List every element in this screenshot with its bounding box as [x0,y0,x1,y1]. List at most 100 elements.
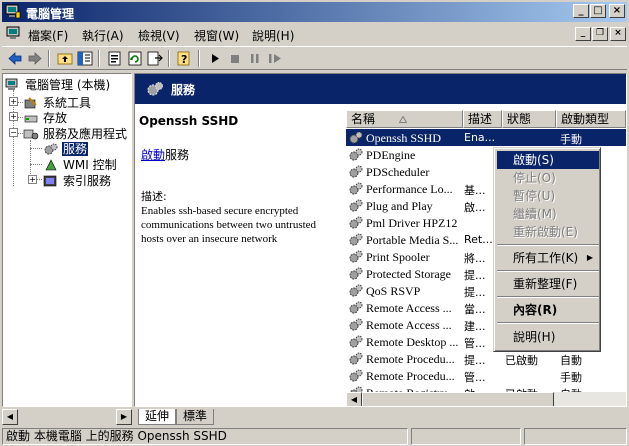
horizontal-scrollbar[interactable]: ◀ ▶ [346,392,626,406]
close-button[interactable]: × [609,4,625,18]
toolbar-separator [48,50,50,67]
menu-item-resume[interactable]: 繼續(M) [497,205,599,223]
menu-help[interactable]: 說明(H) [252,27,294,44]
gear-icon [349,233,363,246]
column-header-startup-type[interactable]: 啟動類型 [556,110,626,128]
tab-standard[interactable]: 標準 [176,409,215,425]
gear-icon [349,267,363,280]
indexing-service-icon [43,175,57,187]
view-tab-strip: ◀ ▶ 延伸 標準 [2,408,627,426]
tree-node-storage[interactable]: 存放 [23,109,68,125]
service-startup-type: 自動 [560,354,582,367]
column-header-description[interactable]: 描述 [463,110,502,128]
wmi-control-icon [45,159,57,171]
refresh-icon[interactable] [126,50,144,67]
service-name: Openssh SSHD [366,131,442,145]
console-tree[interactable]: 電腦管理 (本機) + 系統工具 + 存放 − 服務及應用程式 服務 WMI 控… [2,73,132,407]
tree-horizontal-scrollbar[interactable]: ◀ ▶ [2,408,132,426]
tab-extended[interactable]: 延伸 [138,409,177,425]
help-icon[interactable]: ? [176,50,194,67]
status-panel [524,428,627,445]
column-header-status[interactable]: 狀態 [502,110,556,128]
tree-node-system-tools[interactable]: 系統工具 [23,94,92,110]
up-one-level-icon[interactable] [56,50,74,67]
tree-node-services-and-apps[interactable]: 服務及應用程式 [23,125,128,141]
tree-connector [30,148,42,149]
show-hide-console-tree-icon[interactable] [76,50,94,67]
column-header-name-label: 名稱 [351,112,376,126]
minimize-button[interactable]: _ [573,4,589,18]
horizontal-scroll-thumb[interactable] [362,392,554,406]
computer-management-icon [5,78,18,90]
properties-icon[interactable] [106,50,124,67]
menu-item-start[interactable]: 啟動(S) [497,151,599,169]
toolbar-separator [198,50,200,67]
back-arrow-icon[interactable] [6,50,24,67]
tree-node-label: 電腦管理 (本機) [25,78,111,92]
start-service-icon[interactable] [206,50,224,67]
restart-service-icon[interactable] [266,50,284,67]
sort-ascending-icon [399,116,407,123]
stop-service-icon[interactable] [226,50,244,67]
tree-node-services[interactable]: 服務 [43,140,89,156]
description-text: Enables ssh-based secure encrypted commu… [141,205,317,245]
menu-item-help[interactable]: 說明(H) [497,328,599,346]
mdi-restore-button[interactable]: ❐ [592,27,608,41]
scroll-left-button[interactable]: ◀ [2,409,18,425]
menu-item-all-tasks[interactable]: 所有工作(K) ▶ [497,249,599,267]
menu-action[interactable]: 執行(A) [82,27,124,44]
document-window-icon[interactable] [6,26,22,41]
maximize-button[interactable]: □ [590,4,606,18]
tree-node-root[interactable]: 電腦管理 (本機) [5,76,111,92]
toolbar: ? [2,46,627,70]
service-row[interactable]: Openssh SSHD Ena... 手動 [346,129,626,146]
gear-icon [349,148,363,161]
scroll-left-button[interactable]: ◀ [346,392,362,406]
menu-file[interactable]: 檔案(F) [28,27,68,44]
service-row[interactable]: Remote Procedu... 提... 已啟動 自動 [346,350,626,367]
forward-arrow-icon[interactable] [26,50,44,67]
menu-item-refresh[interactable]: 重新整理(F) [497,275,599,293]
gear-icon [349,352,363,365]
gear-icon [349,369,363,382]
service-name: Plug and Play [366,199,433,213]
export-list-icon[interactable] [146,50,164,67]
mdi-minimize-button[interactable]: _ [575,27,591,41]
pause-service-icon[interactable] [246,50,264,67]
collapse-toggle[interactable]: − [9,128,18,137]
toolbar-separator [98,50,100,67]
gear-icon [349,284,363,297]
tree-node-wmi-control[interactable]: WMI 控制 [43,156,118,172]
service-startup-type: 手動 [560,133,582,146]
menu-separator [497,322,599,324]
gear-icon [349,131,363,144]
menu-item-properties[interactable]: 內容(R) [497,301,599,319]
service-row[interactable]: Remote Procedu... 管... 手動 [346,367,626,384]
services-applications-icon [23,129,39,140]
column-header-name[interactable]: 名稱 [346,110,463,128]
tree-connector [30,164,42,165]
menu-item-restart[interactable]: 重新啟動(E) [497,223,599,241]
gear-icon [349,250,363,263]
menu-item-pause[interactable]: 暫停(U) [497,187,599,205]
menu-item-stop[interactable]: 停止(O) [497,169,599,187]
title-bar[interactable]: 電腦管理 _ □ × [2,2,627,22]
status-panel [411,428,521,445]
expand-toggle[interactable]: + [28,175,37,184]
start-service-link[interactable]: 啟動 [141,148,165,162]
expand-toggle[interactable]: + [9,112,18,121]
tree-node-indexing-service[interactable]: 索引服務 [43,172,112,188]
service-name: Remote Procedu... [366,352,455,366]
menu-window[interactable]: 視窗(W) [194,27,239,44]
scroll-right-button[interactable]: ▶ [116,409,132,425]
service-name: Pml Driver HPZ12 [366,216,458,230]
service-name: PDScheduler [366,165,430,179]
service-description: Ena... [464,131,496,144]
window-title: 電腦管理 [26,7,75,21]
expand-toggle[interactable]: + [9,97,18,106]
menu-view[interactable]: 檢視(V) [138,27,180,44]
selected-service-name: Openssh SSHD [139,114,239,128]
service-name: PDEngine [366,148,416,162]
mdi-close-button[interactable]: × [610,27,626,41]
tree-node-label: 系統工具 [43,96,92,110]
